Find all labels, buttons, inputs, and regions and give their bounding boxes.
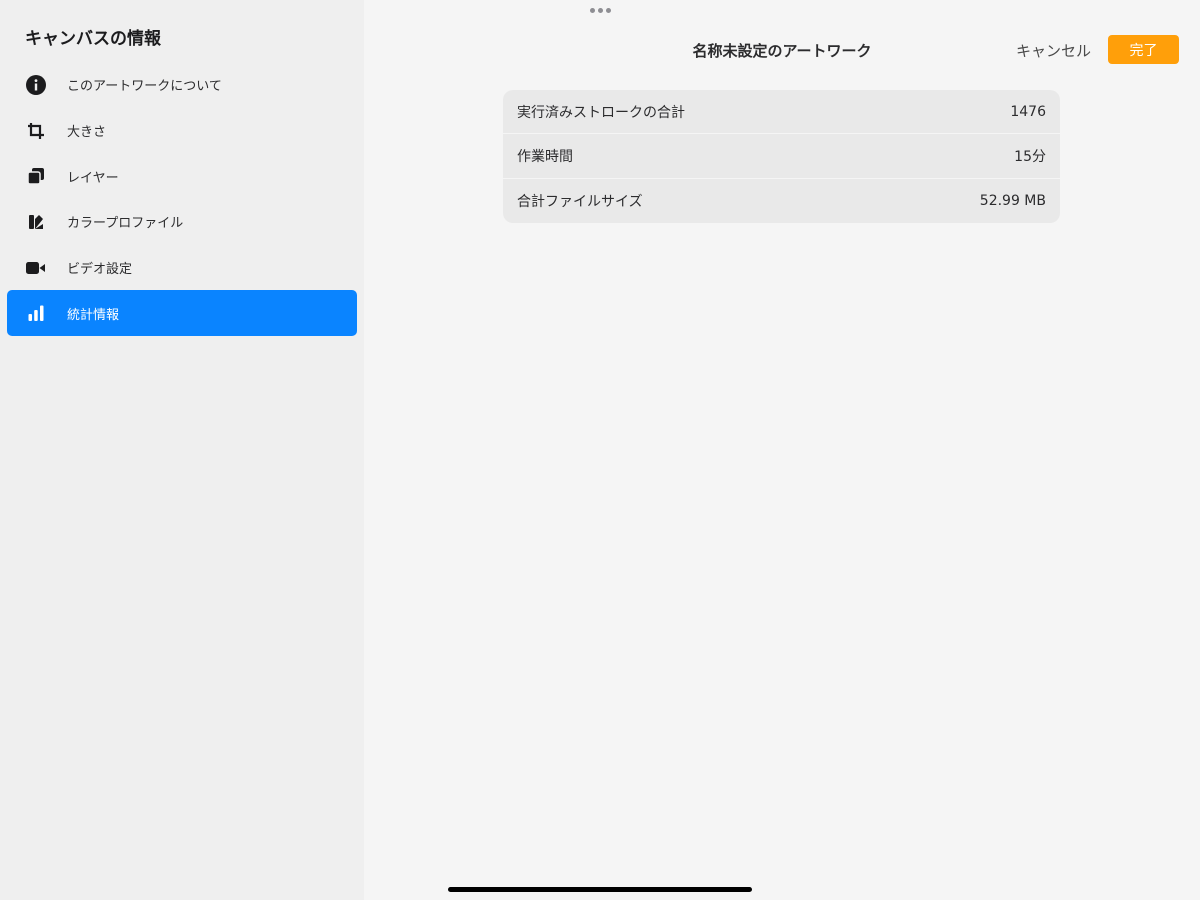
stats-value: 15分 [1014,148,1046,165]
stats-row-working-time: 作業時間 15分 [503,134,1060,179]
info-icon [25,74,47,96]
sidebar-item-layers[interactable]: レイヤー [7,153,357,199]
bar-chart-icon [25,302,47,324]
crop-icon [25,120,47,142]
stats-value: 52.99 MB [979,192,1046,209]
color-profile-icon [25,211,47,233]
sidebar: キャンバスの情報 このアートワークについて 大きさ レイヤー カラープロファイル [0,0,364,900]
cancel-button[interactable]: キャンセル [1016,40,1091,61]
layers-icon [25,165,47,187]
statistics-card: 実行済みストロークの合計 1476 作業時間 15分 合計ファイルサイズ 52.… [503,90,1060,223]
stats-label: 実行済みストロークの合計 [517,104,685,121]
sidebar-item-label: カラープロファイル [67,216,184,232]
home-indicator[interactable] [448,887,752,892]
page-title: 名称未設定のアートワーク [692,42,872,60]
stats-row-total-strokes: 実行済みストロークの合計 1476 [503,90,1060,135]
sidebar-item-label: 統計情報 [67,307,120,323]
done-button[interactable]: 完了 [1108,35,1179,64]
more-dots-icon[interactable] [590,8,611,13]
stats-row-file-size: 合計ファイルサイズ 52.99 MB [503,179,1060,223]
sidebar-item-label: レイヤー [67,170,119,186]
sidebar-item-label: ビデオ設定 [67,262,133,278]
stats-value: 1476 [1010,103,1046,120]
sidebar-item-label: このアートワークについて [67,79,222,95]
sidebar-item-statistics[interactable]: 統計情報 [7,290,357,337]
stats-label: 合計ファイルサイズ [517,193,643,210]
sidebar-item-color-profile[interactable]: カラープロファイル [7,199,357,245]
sidebar-item-label: 大きさ [67,125,107,141]
video-camera-icon [25,257,47,279]
sidebar-item-video-settings[interactable]: ビデオ設定 [7,245,357,291]
stats-label: 作業時間 [517,148,573,165]
sidebar-item-about-artwork[interactable]: このアートワークについて [7,62,357,108]
sidebar-item-size[interactable]: 大きさ [7,108,357,154]
sidebar-list: このアートワークについて 大きさ レイヤー カラープロファイル ビデオ設定 統計… [7,62,357,337]
